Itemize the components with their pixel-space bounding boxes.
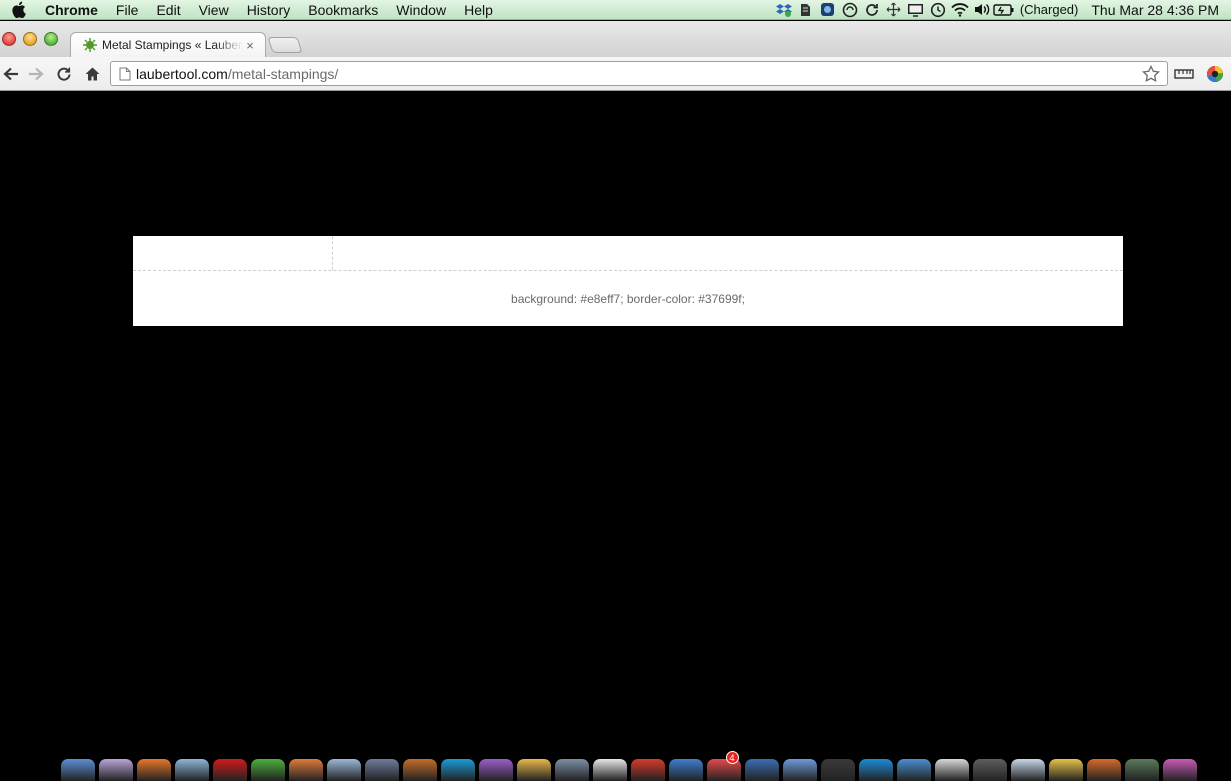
bookmark-star-icon[interactable] bbox=[1141, 64, 1161, 84]
menu-file[interactable]: File bbox=[107, 0, 148, 20]
extension-ruler-icon[interactable] bbox=[1173, 63, 1195, 85]
dock-app-icon[interactable] bbox=[744, 759, 779, 781]
notice-header-row bbox=[133, 236, 1123, 271]
wifi-icon[interactable] bbox=[949, 0, 971, 20]
dock-app-icon[interactable] bbox=[174, 759, 209, 781]
new-tab-button[interactable] bbox=[267, 37, 303, 53]
dock-app-icon[interactable] bbox=[60, 759, 95, 781]
dropbox-icon[interactable] bbox=[773, 0, 795, 20]
dock-app-icon[interactable] bbox=[630, 759, 665, 781]
dock-app-icon[interactable] bbox=[934, 759, 969, 781]
evernote-icon[interactable] bbox=[795, 0, 817, 20]
notice-divider bbox=[332, 236, 333, 270]
dock-app-icon[interactable] bbox=[820, 759, 855, 781]
dock-app-icon[interactable] bbox=[516, 759, 551, 781]
url-host: laubertool.com bbox=[136, 65, 228, 82]
menu-history[interactable]: History bbox=[238, 0, 300, 20]
dock-app-icon[interactable] bbox=[250, 759, 285, 781]
window-close-button[interactable] bbox=[2, 32, 16, 46]
dock-app-icon[interactable] bbox=[896, 759, 931, 781]
battery-status-text: (Charged) bbox=[1019, 2, 1079, 17]
skype-status-icon[interactable] bbox=[817, 0, 839, 20]
tab-metal-stampings[interactable]: Metal Stampings « Lauber Tool × bbox=[70, 32, 266, 57]
menu-bookmarks[interactable]: Bookmarks bbox=[299, 0, 387, 20]
dock-app-icon[interactable] bbox=[554, 759, 589, 781]
home-button[interactable] bbox=[81, 63, 103, 85]
dock-app-icon[interactable] bbox=[478, 759, 513, 781]
dock-app-icon[interactable] bbox=[668, 759, 703, 781]
dock-app-icon[interactable] bbox=[592, 759, 627, 781]
reload-icon bbox=[57, 67, 71, 81]
dock-app-icon[interactable] bbox=[364, 759, 399, 781]
tab-title: Metal Stampings « Lauber Tool bbox=[102, 38, 243, 52]
reload-button[interactable] bbox=[53, 63, 75, 85]
dock-app-icon[interactable] bbox=[402, 759, 437, 781]
menu-bar: Chrome File Edit View History Bookmarks … bbox=[0, 0, 1231, 20]
dock-app-icon[interactable] bbox=[440, 759, 475, 781]
refresh-sync-icon[interactable] bbox=[861, 0, 883, 20]
address-bar[interactable]: laubertool.com/metal-stampings/ bbox=[110, 61, 1168, 86]
dock-app-icon[interactable] bbox=[1010, 759, 1045, 781]
menu-window[interactable]: Window bbox=[387, 0, 455, 20]
window-zoom-button[interactable] bbox=[44, 32, 58, 46]
dock-app-icon[interactable] bbox=[782, 759, 817, 781]
back-arrow-icon bbox=[3, 67, 18, 81]
menu-edit[interactable]: Edit bbox=[147, 0, 189, 20]
page-icon bbox=[114, 67, 136, 81]
dock-app-icon[interactable]: 4 bbox=[706, 751, 741, 781]
battery-icon[interactable] bbox=[993, 0, 1015, 20]
dock-app-icon[interactable] bbox=[1048, 759, 1083, 781]
dock-badge: 4 bbox=[725, 751, 739, 764]
move-arrows-icon[interactable] bbox=[883, 0, 905, 20]
airplay-display-icon[interactable] bbox=[905, 0, 927, 20]
notice-text: background: #e8eff7; border-color: #3769… bbox=[511, 292, 745, 306]
status-area: (Charged) Thu Mar 28 4:36 PM bbox=[773, 0, 1231, 20]
page-viewport: background: #e8eff7; border-color: #3769… bbox=[0, 92, 1231, 742]
dock-app-icon[interactable] bbox=[858, 759, 893, 781]
site-favicon-icon bbox=[83, 38, 97, 52]
extension-color-wheel-icon[interactable] bbox=[1204, 63, 1226, 85]
menu-app-chrome[interactable]: Chrome bbox=[36, 0, 107, 20]
home-icon bbox=[85, 67, 99, 81]
notice-box: background: #e8eff7; border-color: #3769… bbox=[133, 236, 1123, 326]
dock-app-icon[interactable] bbox=[98, 759, 133, 781]
dock-app-icon[interactable] bbox=[1162, 759, 1197, 781]
sync-circle-icon[interactable] bbox=[839, 0, 861, 20]
dock-app-icon[interactable] bbox=[326, 759, 361, 781]
dock: 4 bbox=[0, 742, 1231, 781]
volume-icon[interactable] bbox=[971, 0, 993, 20]
url-path: /metal-stampings/ bbox=[227, 65, 339, 82]
dock-app-icon[interactable] bbox=[1086, 759, 1121, 781]
time-machine-icon[interactable] bbox=[927, 0, 949, 20]
forward-button[interactable] bbox=[25, 63, 47, 85]
tab-strip: Metal Stampings « Lauber Tool × bbox=[0, 21, 1231, 57]
browser-toolbar: laubertool.com/metal-stampings/ bbox=[0, 57, 1231, 91]
window-minimize-button[interactable] bbox=[23, 32, 37, 46]
menu-help[interactable]: Help bbox=[455, 0, 502, 20]
menu-clock[interactable]: Thu Mar 28 4:36 PM bbox=[1083, 2, 1223, 18]
dock-app-icon[interactable] bbox=[288, 759, 323, 781]
url-text: laubertool.com/metal-stampings/ bbox=[136, 66, 338, 82]
dock-app-icon[interactable] bbox=[972, 759, 1007, 781]
dock-app-icon[interactable] bbox=[212, 759, 247, 781]
menu-view[interactable]: View bbox=[190, 0, 238, 20]
dock-app-icon[interactable] bbox=[136, 759, 171, 781]
tab-close-icon[interactable]: × bbox=[243, 38, 257, 53]
back-button[interactable] bbox=[0, 63, 22, 85]
apple-menu-icon[interactable] bbox=[0, 1, 36, 18]
dock-app-icon[interactable] bbox=[1124, 759, 1159, 781]
forward-arrow-icon bbox=[29, 67, 44, 81]
